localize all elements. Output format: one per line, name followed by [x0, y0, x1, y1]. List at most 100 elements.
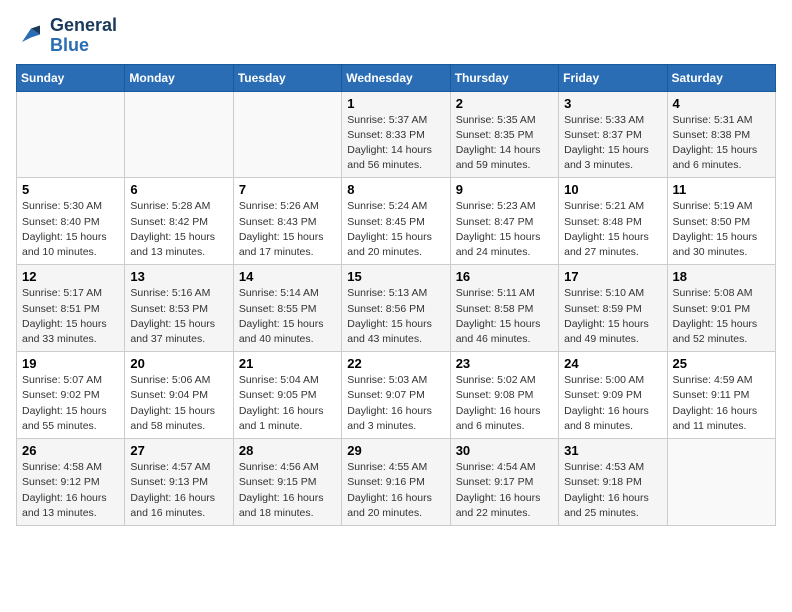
calendar-cell: 11 Sunrise: 5:19 AMSunset: 8:50 PMDayligh…	[667, 178, 775, 265]
calendar-table: SundayMondayTuesdayWednesdayThursdayFrid…	[16, 64, 776, 526]
day-info: Sunrise: 4:54 AMSunset: 9:17 PMDaylight:…	[456, 460, 553, 521]
calendar-cell	[17, 91, 125, 178]
weekday-header-friday: Friday	[559, 64, 667, 91]
day-info: Sunrise: 5:19 AMSunset: 8:50 PMDaylight:…	[673, 199, 770, 260]
calendar-cell: 15Sunrise: 5:13 AMSunset: 8:56 PMDayligh…	[342, 265, 450, 352]
day-number: 31	[564, 443, 661, 458]
calendar-week-3: 12 Sunrise: 5:17 AMSunset: 8:51 PMDayligh…	[17, 265, 776, 352]
day-number: 4	[673, 96, 770, 111]
calendar-cell: 27Sunrise: 4:57 AMSunset: 9:13 PMDayligh…	[125, 439, 233, 526]
day-info: Sunrise: 5:21 AMSunset: 8:48 PMDaylight:…	[564, 199, 661, 260]
calendar-cell: 31 Sunrise: 4:53 AMSunset: 9:18 PMDayligh…	[559, 439, 667, 526]
logo-text: General Blue	[50, 16, 117, 56]
day-info: Sunrise: 5:11 AMSunset: 8:58 PMDaylight:…	[456, 286, 553, 347]
day-number: 14	[239, 269, 336, 284]
calendar-cell: 17Sunrise: 5:10 AMSunset: 8:59 PMDayligh…	[559, 265, 667, 352]
calendar-week-4: 19Sunrise: 5:07 AMSunset: 9:02 PMDayligh…	[17, 352, 776, 439]
calendar-cell	[125, 91, 233, 178]
calendar-cell	[233, 91, 341, 178]
day-info: Sunrise: 5:24 AMSunset: 8:45 PMDaylight:…	[347, 199, 444, 260]
calendar-header: SundayMondayTuesdayWednesdayThursdayFrid…	[17, 64, 776, 91]
day-number: 22	[347, 356, 444, 371]
day-number: 5	[22, 182, 119, 197]
day-info: Sunrise: 5:03 AMSunset: 9:07 PMDaylight:…	[347, 373, 444, 434]
calendar-cell: 16 Sunrise: 5:11 AMSunset: 8:58 PMDayligh…	[450, 265, 558, 352]
day-number: 12	[22, 269, 119, 284]
day-number: 3	[564, 96, 661, 111]
calendar-cell: 8 Sunrise: 5:24 AMSunset: 8:45 PMDaylight…	[342, 178, 450, 265]
day-number: 25	[673, 356, 770, 371]
weekday-header-thursday: Thursday	[450, 64, 558, 91]
weekday-header-sunday: Sunday	[17, 64, 125, 91]
day-number: 30	[456, 443, 553, 458]
calendar-cell: 5 Sunrise: 5:30 AMSunset: 8:40 PMDaylight…	[17, 178, 125, 265]
day-number: 18	[673, 269, 770, 284]
calendar-cell: 23Sunrise: 5:02 AMSunset: 9:08 PMDayligh…	[450, 352, 558, 439]
calendar-cell: 22 Sunrise: 5:03 AMSunset: 9:07 PMDayligh…	[342, 352, 450, 439]
calendar-week-5: 26 Sunrise: 4:58 AMSunset: 9:12 PMDayligh…	[17, 439, 776, 526]
day-info: Sunrise: 4:58 AMSunset: 9:12 PMDaylight:…	[22, 460, 119, 521]
day-number: 21	[239, 356, 336, 371]
day-info: Sunrise: 5:17 AMSunset: 8:51 PMDaylight:…	[22, 286, 119, 347]
day-info: Sunrise: 5:10 AMSunset: 8:59 PMDaylight:…	[564, 286, 661, 347]
day-info: Sunrise: 5:16 AMSunset: 8:53 PMDaylight:…	[130, 286, 227, 347]
day-number: 23	[456, 356, 553, 371]
day-info: Sunrise: 5:06 AMSunset: 9:04 PMDaylight:…	[130, 373, 227, 434]
calendar-cell: 12 Sunrise: 5:17 AMSunset: 8:51 PMDayligh…	[17, 265, 125, 352]
calendar-cell: 3 Sunrise: 5:33 AMSunset: 8:37 PMDaylight…	[559, 91, 667, 178]
day-number: 27	[130, 443, 227, 458]
day-number: 8	[347, 182, 444, 197]
day-info: Sunrise: 5:00 AMSunset: 9:09 PMDaylight:…	[564, 373, 661, 434]
day-number: 28	[239, 443, 336, 458]
calendar-cell	[667, 439, 775, 526]
day-info: Sunrise: 5:30 AMSunset: 8:40 PMDaylight:…	[22, 199, 119, 260]
day-info: Sunrise: 5:28 AMSunset: 8:42 PMDaylight:…	[130, 199, 227, 260]
day-info: Sunrise: 5:26 AMSunset: 8:43 PMDaylight:…	[239, 199, 336, 260]
day-number: 16	[456, 269, 553, 284]
day-number: 26	[22, 443, 119, 458]
calendar-cell: 10Sunrise: 5:21 AMSunset: 8:48 PMDayligh…	[559, 178, 667, 265]
calendar-cell: 25 Sunrise: 4:59 AMSunset: 9:11 PMDayligh…	[667, 352, 775, 439]
day-info: Sunrise: 5:14 AMSunset: 8:55 PMDaylight:…	[239, 286, 336, 347]
calendar-cell: 26 Sunrise: 4:58 AMSunset: 9:12 PMDayligh…	[17, 439, 125, 526]
logo: General Blue	[16, 16, 117, 56]
calendar-cell: 20 Sunrise: 5:06 AMSunset: 9:04 PMDayligh…	[125, 352, 233, 439]
day-info: Sunrise: 5:04 AMSunset: 9:05 PMDaylight:…	[239, 373, 336, 434]
day-number: 11	[673, 182, 770, 197]
calendar-cell: 28Sunrise: 4:56 AMSunset: 9:15 PMDayligh…	[233, 439, 341, 526]
calendar-cell: 4 Sunrise: 5:31 AMSunset: 8:38 PMDaylight…	[667, 91, 775, 178]
day-info: Sunrise: 4:59 AMSunset: 9:11 PMDaylight:…	[673, 373, 770, 434]
day-info: Sunrise: 4:53 AMSunset: 9:18 PMDaylight:…	[564, 460, 661, 521]
calendar-cell: 21 Sunrise: 5:04 AMSunset: 9:05 PMDayligh…	[233, 352, 341, 439]
calendar-cell: 7 Sunrise: 5:26 AMSunset: 8:43 PMDaylight…	[233, 178, 341, 265]
calendar-cell: 14 Sunrise: 5:14 AMSunset: 8:55 PMDayligh…	[233, 265, 341, 352]
day-info: Sunrise: 5:37 AMSunset: 8:33 PMDaylight:…	[347, 113, 444, 174]
calendar-cell: 30 Sunrise: 4:54 AMSunset: 9:17 PMDayligh…	[450, 439, 558, 526]
day-info: Sunrise: 5:08 AMSunset: 9:01 PMDaylight:…	[673, 286, 770, 347]
calendar-cell: 29Sunrise: 4:55 AMSunset: 9:16 PMDayligh…	[342, 439, 450, 526]
weekday-header-tuesday: Tuesday	[233, 64, 341, 91]
day-info: Sunrise: 5:23 AMSunset: 8:47 PMDaylight:…	[456, 199, 553, 260]
calendar-cell: 18 Sunrise: 5:08 AMSunset: 9:01 PMDayligh…	[667, 265, 775, 352]
day-number: 29	[347, 443, 444, 458]
logo-icon	[16, 21, 46, 51]
day-number: 2	[456, 96, 553, 111]
day-info: Sunrise: 5:13 AMSunset: 8:56 PMDaylight:…	[347, 286, 444, 347]
day-number: 24	[564, 356, 661, 371]
page-header: General Blue	[16, 16, 776, 56]
calendar-cell: 19Sunrise: 5:07 AMSunset: 9:02 PMDayligh…	[17, 352, 125, 439]
calendar-cell: 1 Sunrise: 5:37 AMSunset: 8:33 PMDaylight…	[342, 91, 450, 178]
day-info: Sunrise: 5:31 AMSunset: 8:38 PMDaylight:…	[673, 113, 770, 174]
day-info: Sunrise: 5:33 AMSunset: 8:37 PMDaylight:…	[564, 113, 661, 174]
day-number: 1	[347, 96, 444, 111]
calendar-week-2: 5 Sunrise: 5:30 AMSunset: 8:40 PMDaylight…	[17, 178, 776, 265]
weekday-header-saturday: Saturday	[667, 64, 775, 91]
weekday-header-wednesday: Wednesday	[342, 64, 450, 91]
calendar-cell: 24 Sunrise: 5:00 AMSunset: 9:09 PMDayligh…	[559, 352, 667, 439]
calendar-cell: 2Sunrise: 5:35 AMSunset: 8:35 PMDaylight…	[450, 91, 558, 178]
day-info: Sunrise: 5:07 AMSunset: 9:02 PMDaylight:…	[22, 373, 119, 434]
day-number: 20	[130, 356, 227, 371]
day-number: 7	[239, 182, 336, 197]
day-number: 6	[130, 182, 227, 197]
day-number: 9	[456, 182, 553, 197]
